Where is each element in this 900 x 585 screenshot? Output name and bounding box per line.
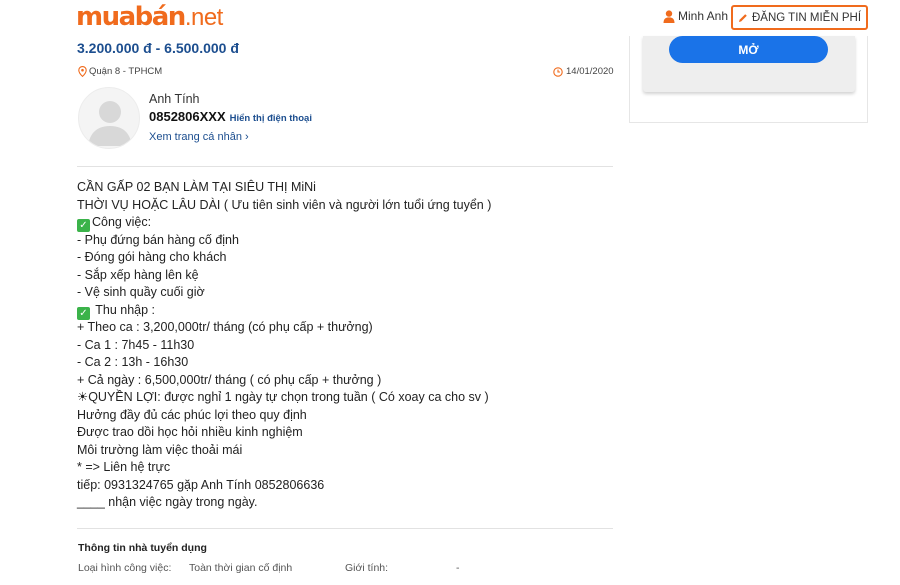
clock-icon xyxy=(553,66,563,77)
description-line: - Ca 1 : 7h45 - 11h30 xyxy=(77,337,195,352)
gender-value: - xyxy=(456,562,460,574)
description-line: - Vệ sinh quầy cuối giờ xyxy=(77,285,205,299)
location-text: Quận 8 - TPHCM xyxy=(89,66,163,77)
profile-link[interactable]: Xem trang cá nhân › xyxy=(149,131,249,143)
description-line: Được trao dồi học hỏi nhiều kinh nghiệm xyxy=(77,425,303,439)
location: Quận 8 - TPHCM xyxy=(78,66,162,77)
description-line: ✓ Thu nhập : xyxy=(77,302,617,320)
show-phone-link[interactable]: Hiển thị điện thoại xyxy=(230,113,312,124)
check-mark-icon: ✓ xyxy=(77,306,90,320)
post-date: 14/01/2020 xyxy=(553,66,614,77)
description-line: - Sắp xếp hàng lên kệ xyxy=(77,267,199,282)
post-free-button[interactable]: ĐĂNG TIN MIỄN PHÍ xyxy=(731,5,868,30)
description-text: Công việc: xyxy=(92,215,152,229)
description-line: ____ nhận việc ngày trong ngày. xyxy=(77,495,258,509)
gender-label: Giới tính: xyxy=(345,562,389,574)
phone-row: 0852806XXX Hiển thị điện thoại xyxy=(149,109,312,124)
description-line: - Phụ đứng bán hàng cố định xyxy=(77,232,239,247)
divider xyxy=(77,528,613,529)
description-line: ✓ Công việc: xyxy=(77,214,617,232)
divider xyxy=(77,166,613,167)
description-line: + Cả ngày : 6,500,000tr/ tháng ( có phụ … xyxy=(77,372,382,387)
description-line: - Ca 2 : 13h - 16h30 xyxy=(77,355,189,369)
description-line: Môi trường làm việc thoải mái xyxy=(77,442,243,457)
avatar[interactable] xyxy=(78,87,140,149)
post-button-label: ĐĂNG TIN MIỄN PHÍ xyxy=(751,11,862,24)
default-avatar-icon xyxy=(88,101,132,146)
description-line: - Đóng gói hàng cho khách xyxy=(77,250,227,264)
description-line: THỜI VỤ HOẶC LÂU DÀI ( Ưu tiên sinh viên… xyxy=(77,197,492,212)
open-button[interactable]: MỞ xyxy=(669,36,828,63)
job-description: CẦN GẤP 02 BẠN LÀM TẠI SIÊU THỊ MiNi THỜ… xyxy=(77,179,617,512)
user-menu[interactable]: Minh Anh xyxy=(663,9,728,23)
description-text: Thu nhập : xyxy=(92,302,156,317)
employer-info-title: Thông tin nhà tuyển dụng xyxy=(78,542,207,554)
site-logo[interactable]: muabán .net xyxy=(76,2,223,32)
description-line: + Theo ca : 3,200,000tr/ tháng (có phụ c… xyxy=(77,320,373,334)
job-type-label: Loại hình công việc: xyxy=(78,562,172,574)
chevron-right-icon: › xyxy=(241,131,249,143)
check-mark-icon: ✓ xyxy=(77,219,90,232)
description-line: * => Liên hệ trực xyxy=(77,460,171,474)
date-text: 14/01/2020 xyxy=(566,66,614,77)
description-line: Hưởng đầy đủ các phúc lợi theo quy định xyxy=(77,407,307,422)
user-icon xyxy=(663,9,675,23)
pencil-icon xyxy=(738,13,747,22)
description-line: tiếp: 0931324765 gặp Anh Tính 0852806636 xyxy=(77,477,325,492)
logo-tld: .net xyxy=(184,4,224,31)
site-header: muabán .net Minh Anh ĐĂNG TIN MIỄN PHÍ xyxy=(0,0,900,36)
profile-link-label: Xem trang cá nhân xyxy=(149,131,242,143)
seller-phone: 0852806XXX xyxy=(149,109,226,124)
contact-sidebar-card: MỞ xyxy=(629,36,868,123)
contact-panel: MỞ xyxy=(643,36,855,92)
location-pin-icon xyxy=(78,66,87,77)
user-name: Minh Anh xyxy=(678,9,729,23)
salary-range: 3.200.000 đ - 6.500.000 đ xyxy=(77,40,239,56)
logo-text: muabán xyxy=(76,2,186,32)
job-type-value: Toàn thời gian cố định xyxy=(189,562,293,574)
seller-name: Anh Tính xyxy=(149,92,200,106)
description-line: CẦN GẤP 02 BẠN LÀM TẠI SIÊU THỊ MiNi xyxy=(77,180,316,194)
description-line: ☀QUYỀN LỢI: được nghỉ 1 ngày tự chọn tro… xyxy=(77,390,489,404)
